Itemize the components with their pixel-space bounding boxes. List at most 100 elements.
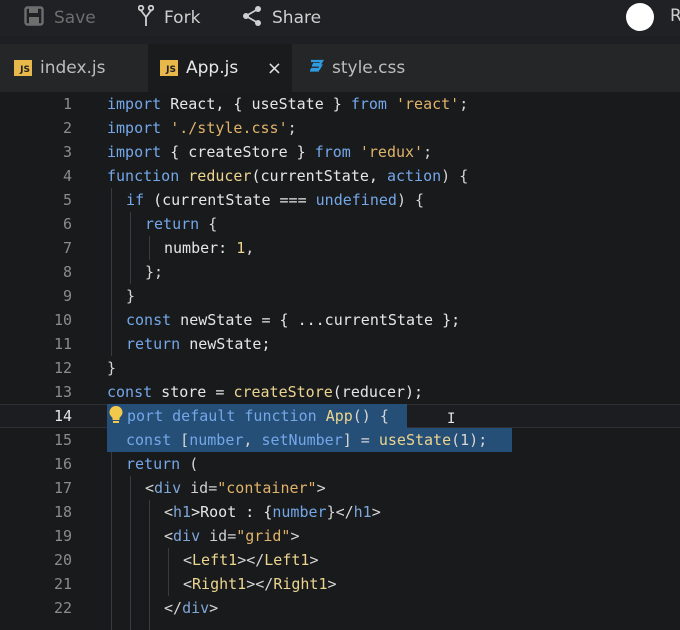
code-token: (1);	[451, 431, 488, 449]
code-line[interactable]: 6 return {	[0, 212, 680, 236]
code-token: newState = { ...currentState };	[171, 311, 461, 329]
save-label: Save	[54, 8, 96, 28]
code-text: return newState;	[126, 332, 271, 356]
code-token: function	[244, 407, 317, 425]
code-token: ;	[459, 95, 469, 113]
line-number: 9	[62, 287, 72, 305]
code-token: { createStore }	[161, 143, 315, 161]
code-line[interactable]: 17 <div id="container">	[0, 476, 680, 500]
code-token: setNumber	[261, 431, 343, 449]
code-token: from	[350, 95, 387, 113]
code-token: function	[107, 167, 180, 185]
code-line[interactable]: 14 port default function App() {	[0, 404, 680, 428]
code-line[interactable]: 10 const newState = { ...currentState };	[0, 308, 680, 332]
js-file-icon: JS	[160, 60, 178, 76]
code-token: div	[173, 527, 201, 545]
code-token: number	[272, 503, 327, 521]
tab-style-css[interactable]: style.css	[308, 44, 438, 92]
code-token: from	[314, 143, 351, 161]
code-line[interactable]: 21 <Right1></Right1>	[0, 572, 680, 596]
code-token: }	[107, 359, 117, 377]
code-token: const	[126, 311, 172, 329]
code-token: (	[180, 455, 199, 473]
code-text: };	[145, 260, 163, 284]
code-line[interactable]: 4 function reducer(currentState, action) …	[0, 164, 680, 188]
code-text: const newState = { ...currentState };	[126, 308, 460, 332]
code-token: <	[164, 503, 174, 521]
code-text: <Right1></Right1>	[183, 572, 337, 596]
code-token: createStore	[233, 383, 333, 401]
code-line[interactable]: 8};	[0, 260, 680, 284]
code-line[interactable]: 16 return (	[0, 452, 680, 476]
code-line[interactable]: 15 const [number, setNumber] = useState(1…	[0, 428, 680, 452]
code-line[interactable]: 7 number: 1,	[0, 236, 680, 260]
code-text: <div id="grid">	[164, 524, 299, 548]
code-token: Left1	[192, 551, 238, 569]
code-line[interactable]: 9}	[0, 284, 680, 308]
code-token: if	[126, 191, 145, 209]
code-token: </	[164, 599, 183, 617]
code-token: import	[107, 95, 162, 113]
code-token: div	[154, 479, 182, 497]
code-line[interactable]: 11 return newState;	[0, 332, 680, 356]
fork-button[interactable]: Fork	[137, 0, 200, 36]
code-token: return	[126, 455, 181, 473]
code-token: Right1	[273, 575, 328, 593]
code-line[interactable]: 12}	[0, 356, 680, 380]
code-text: }	[126, 284, 135, 308]
save-button[interactable]: Save	[24, 0, 96, 36]
code-token: useState	[378, 431, 452, 449]
code-text: </div>	[164, 596, 218, 620]
code-line[interactable]: 19 <div id="grid">	[0, 524, 680, 548]
code-line[interactable]: 18 <h1>Root : {number}</h1>	[0, 500, 680, 524]
tab-label: style.css	[332, 58, 406, 78]
line-number: 6	[62, 215, 72, 233]
tab-app-js[interactable]: JS App.js ×	[148, 44, 292, 92]
avatar[interactable]	[626, 3, 654, 31]
tab-label: App.js	[186, 58, 239, 78]
code-editor[interactable]: 1 import React, { useState } from 'react'…	[0, 92, 680, 630]
code-token: newState;	[180, 335, 271, 353]
code-token: reducer	[188, 167, 252, 185]
tab-index-js[interactable]: JS index.js	[14, 44, 144, 92]
code-token: Right1	[192, 575, 247, 593]
line-number: 21	[53, 575, 72, 593]
line-number: 17	[53, 479, 72, 497]
code-text: <h1>Root : {number}</h1>	[164, 500, 381, 524]
tab-label: index.js	[40, 58, 106, 78]
code-token: 'redux'	[359, 143, 424, 161]
top-toolbar: Save Fork Share R	[0, 0, 680, 36]
code-token: >	[290, 527, 300, 545]
code-token: }</	[326, 503, 354, 521]
share-button[interactable]: Share	[242, 0, 321, 36]
code-token: h1	[353, 503, 372, 521]
code-text: const [number, setNumber] = useState(1);	[126, 428, 487, 452]
code-text: const store = createStore(reducer);	[107, 380, 423, 404]
code-line[interactable]: 22 </div>	[0, 596, 680, 620]
code-token: "container"	[217, 479, 317, 497]
code-line[interactable]: 13 const store = createStore(reducer);	[0, 380, 680, 404]
code-token: ) {	[396, 191, 425, 209]
code-token: "grid"	[236, 527, 291, 545]
line-number: 22	[53, 599, 72, 617]
code-text: return (	[126, 452, 198, 476]
code-token: id=	[200, 527, 237, 545]
line-number: 12	[53, 359, 72, 377]
css-file-icon	[308, 58, 325, 79]
code-token: ] =	[342, 431, 379, 449]
line-number: 8	[62, 263, 72, 281]
user-initial[interactable]: R	[670, 6, 680, 26]
code-line[interactable]: 20 <Left1></Left1>	[0, 548, 680, 572]
code-line[interactable]: 5 if (currentState === undefined) {	[0, 188, 680, 212]
code-token: './style.css'	[170, 119, 288, 137]
close-icon[interactable]: ×	[267, 58, 282, 79]
line-number: 3	[62, 143, 72, 161]
code-line[interactable]: 2 import './style.css';	[0, 116, 680, 140]
code-line[interactable]: 1 import React, { useState } from 'react'…	[0, 92, 680, 116]
lightbulb-icon[interactable]	[108, 405, 124, 425]
line-number: 20	[53, 551, 72, 569]
code-line[interactable]: 3 import { createStore } from 'redux';	[0, 140, 680, 164]
code-text: import React, { useState } from 'react';	[107, 92, 468, 116]
mouse-cursor-icon: I	[447, 411, 456, 427]
